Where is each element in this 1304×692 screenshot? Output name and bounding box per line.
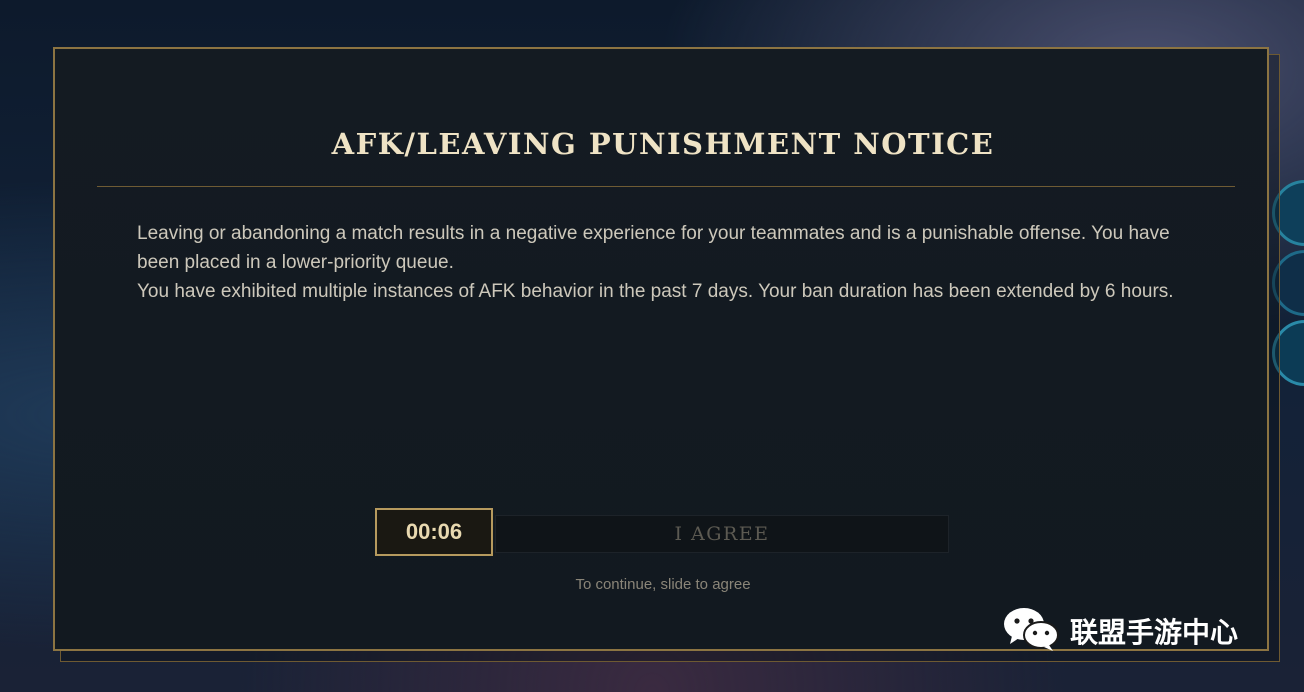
punishment-dialog: AFK/LEAVING PUNISHMENT NOTICE Leaving or… bbox=[53, 47, 1269, 651]
title-divider bbox=[97, 186, 1235, 187]
wechat-icon bbox=[1002, 606, 1060, 657]
dialog-title: AFK/LEAVING PUNISHMENT NOTICE bbox=[331, 127, 995, 161]
message-paragraph-2: You have exhibited multiple instances of… bbox=[137, 281, 1174, 302]
agree-label: I AGREE bbox=[674, 523, 770, 545]
countdown-timer: 00:06 bbox=[375, 508, 493, 556]
watermark: 联盟手游中心 bbox=[1002, 604, 1238, 658]
message-paragraph-1: Leaving or abandoning a match results in… bbox=[137, 223, 1170, 273]
dialog-message: Leaving or abandoning a match results in… bbox=[137, 219, 1177, 306]
slide-hint: To continue, slide to agree bbox=[575, 576, 751, 593]
watermark-text: 联盟手游中心 bbox=[1070, 616, 1239, 649]
agree-slider[interactable]: I AGREE bbox=[495, 515, 949, 553]
